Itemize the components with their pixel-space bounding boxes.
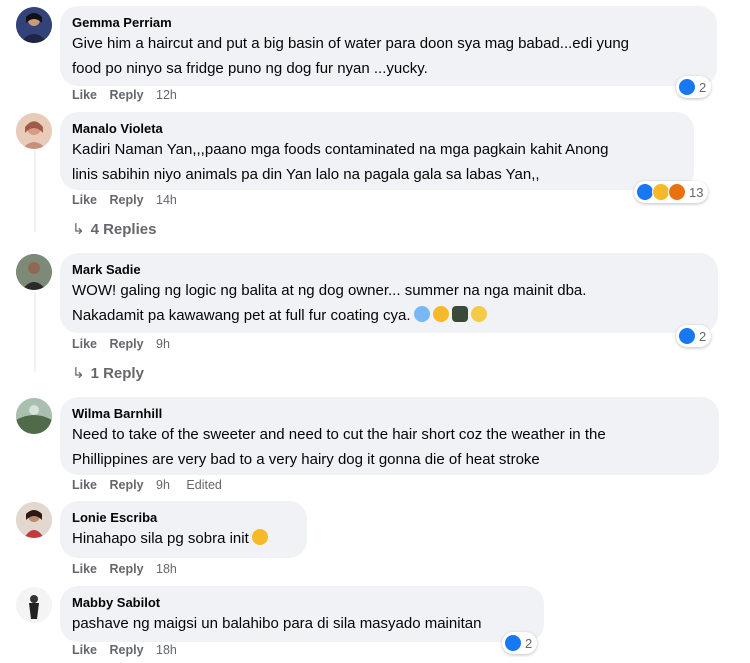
reaction-summary[interactable]: 2 [676,76,712,98]
reply-button[interactable]: Reply [110,88,144,102]
comment-timestamp[interactable]: 18h [156,562,177,576]
reply-arrow-icon: ↳ [72,221,85,238]
reply-button[interactable]: Reply [110,562,144,576]
comment-text: Give him a haircut and put a big basin o… [72,31,705,81]
comment-bubble: Manalo Violeta Kadiri Naman Yan,,,paano … [60,112,694,190]
comment-timestamp[interactable]: 14h [156,193,177,207]
reaction-count: 13 [689,184,704,200]
view-replies-link[interactable]: ↳ 1 Reply [72,364,144,382]
comment-actions: Like Reply 9h Edited [72,478,231,492]
reply-button[interactable]: Reply [110,193,144,207]
dizzy-face-emoji-icon [432,306,449,322]
comment-text: Kadiri Naman Yan,,,paano mga foods conta… [72,137,682,187]
like-reaction-icon [504,634,522,652]
like-button[interactable]: Like [72,478,97,492]
comment-timestamp[interactable]: 9h [156,478,170,492]
comment-text-line: linis sabihin niyo animals pa din Yan la… [72,166,540,183]
upside-down-face-emoji-icon [470,306,487,322]
comment-bubble: Mabby Sabilot pashave ng maigsi un balah… [60,586,544,642]
like-button[interactable]: Like [72,88,97,102]
like-button[interactable]: Like [72,562,97,576]
comment-author[interactable]: Mabby Sabilot [72,594,532,611]
comment-text-line-content: Nakadamit pa kawawang pet at full fur co… [72,307,411,324]
comment-text-line: WOW! galing ng logic ng balita at ng dog… [72,282,587,299]
edited-label: Edited [186,478,222,492]
avatar[interactable] [16,254,52,290]
reply-button[interactable]: Reply [110,337,144,351]
comment-text: WOW! galing ng logic ng balita at ng dog… [72,278,706,328]
avatar[interactable] [16,587,52,623]
comment-bubble: Mark Sadie WOW! galing ng logic ng balit… [60,253,718,333]
comment-text-line: Give him a haircut and put a big basin o… [72,35,630,52]
comment-text: Hinahapo sila pg sobra init [72,526,295,551]
reaction-count: 2 [699,328,707,344]
reaction-count: 2 [525,635,533,651]
avatar[interactable] [16,502,52,538]
reply-button[interactable]: Reply [110,643,144,657]
comment-bubble: Gemma Perriam Give him a haircut and put… [60,6,717,86]
comment-text: Need to take of the sweeter and need to … [72,422,707,472]
like-reaction-icon [678,327,696,345]
comment-author[interactable]: Mark Sadie [72,261,706,278]
like-button[interactable]: Like [72,337,97,351]
comment-actions: Like Reply 18h [72,562,190,576]
view-replies-link[interactable]: ↳ 4 Replies [72,220,156,238]
comment-author[interactable]: Manalo Violeta [72,120,682,137]
like-reaction-icon [678,78,696,96]
comment-timestamp[interactable]: 18h [156,643,177,657]
comment-timestamp[interactable]: 12h [156,88,177,102]
comment-text-line: Kadiri Naman Yan,,,paano mga foods conta… [72,141,609,158]
comment-text-line: Phillippines are very bad to a very hair… [72,451,540,468]
comment-text-line: Need to take of the sweeter and need to … [72,426,606,443]
replies-count: 4 Replies [90,221,157,238]
scream-emoji-icon [413,306,430,322]
thread-line [34,150,36,232]
comment-text-line: Nakadamit pa kawawang pet at full fur co… [72,303,706,328]
comment-timestamp[interactable]: 9h [156,337,170,351]
reply-arrow-icon: ↳ [72,365,85,382]
avatar[interactable] [16,398,52,434]
like-button[interactable]: Like [72,643,97,657]
comment-text-line: Hinahapo sila pg sobra init [72,530,249,547]
comment-bubble: Lonie Escriba Hinahapo sila pg sobra ini… [60,501,307,558]
comment-author[interactable]: Lonie Escriba [72,509,295,526]
comment-text: pashave ng maigsi un balahibo para di si… [72,615,482,632]
reaction-summary[interactable]: 13 [634,181,709,203]
comment-author[interactable]: Gemma Perriam [72,14,705,31]
avatar[interactable] [16,7,52,43]
comment-bubble: Wilma Barnhill Need to take of the sweet… [60,397,719,475]
comment-actions: Like Reply 18h [72,643,190,657]
reaction-summary[interactable]: 2 [676,325,712,347]
replies-count: 1 Reply [90,365,144,382]
comment-text-line: food po ninyo sa fridge puno ng dog fur … [72,60,428,77]
comment-author[interactable]: Wilma Barnhill [72,405,707,422]
car-emoji-icon [451,306,468,322]
comment-actions: Like Reply 12h [72,88,190,102]
reaction-count: 2 [699,79,707,95]
like-button[interactable]: Like [72,193,97,207]
comment-actions: Like Reply 14h [72,193,190,207]
angry-reaction-icon [668,183,686,201]
reply-button[interactable]: Reply [110,478,144,492]
reaction-summary[interactable]: 2 [502,632,538,654]
avatar[interactable] [16,113,52,149]
sad-face-emoji-icon [251,529,268,545]
thread-line [34,292,36,372]
comment-actions: Like Reply 9h [72,337,183,351]
